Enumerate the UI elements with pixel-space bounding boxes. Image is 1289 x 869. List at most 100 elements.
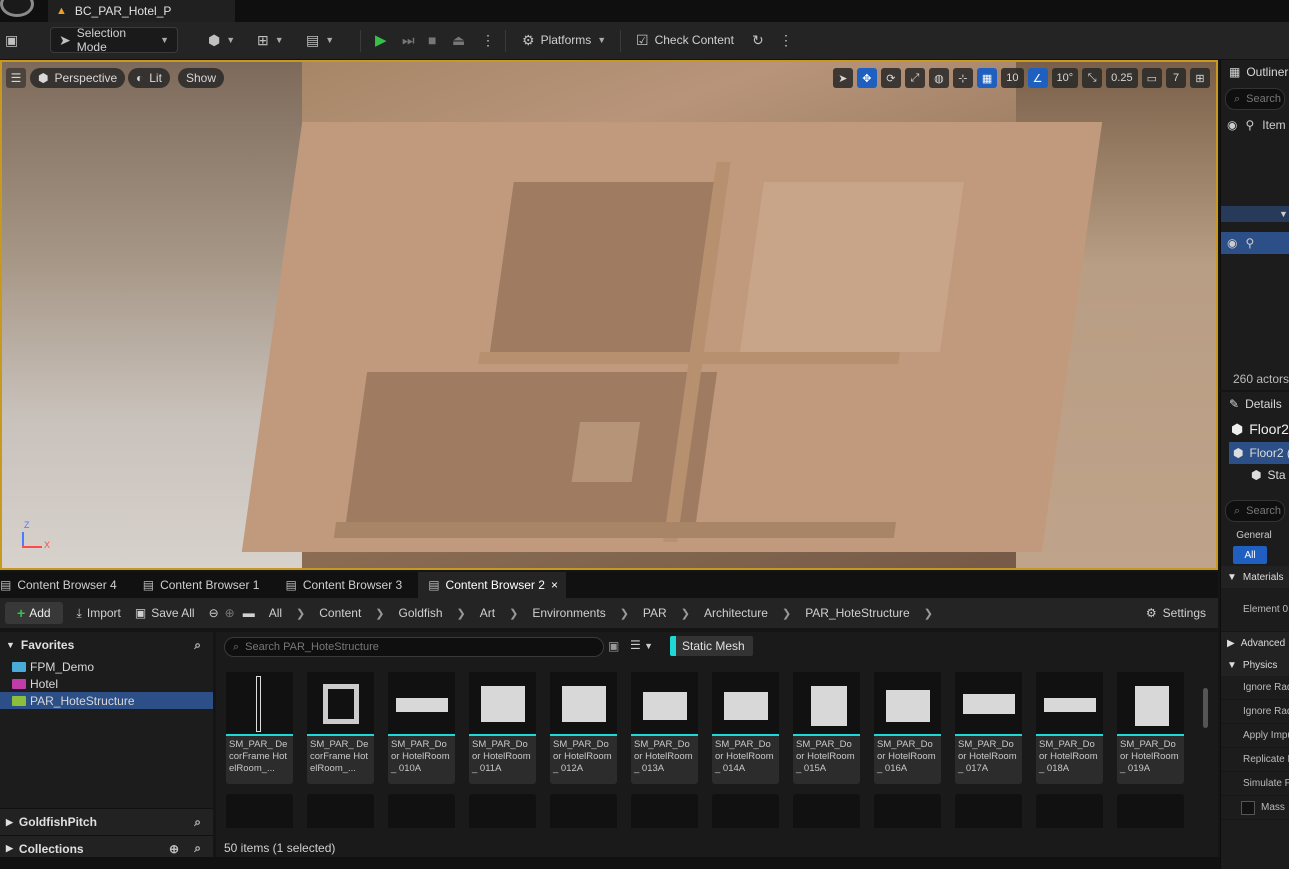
chevron-right-icon[interactable]: ❯ <box>620 607 629 620</box>
level-tab[interactable]: ▲ BC_PAR_Hotel_P <box>48 0 235 22</box>
breadcrumb-architecture[interactable]: Architecture <box>704 606 768 620</box>
eye-icon[interactable]: ◉ <box>1227 118 1237 132</box>
select-tool-button[interactable]: ➤ <box>832 68 853 88</box>
revision-control-button[interactable]: ↻ <box>752 27 764 53</box>
asset-tile[interactable]: SM_PAR_Door HotelRoom_ 018A <box>1036 672 1103 784</box>
cinematics-button[interactable]: ▤ ▼ <box>306 27 334 53</box>
asset-tile[interactable] <box>388 794 455 828</box>
unreal-logo-icon[interactable] <box>0 0 34 17</box>
asset-tile[interactable]: SM_PAR_Door HotelRoom_ 011A <box>469 672 536 784</box>
chevron-right-icon[interactable]: ❯ <box>782 607 791 620</box>
category-advanced[interactable]: ▶ Advanced <box>1221 632 1289 654</box>
asset-tile[interactable] <box>469 794 536 828</box>
layout-button[interactable]: ⊞ <box>1190 68 1210 88</box>
asset-tile[interactable]: SM_PAR_Door HotelRoom_ 017A <box>955 672 1022 784</box>
category-materials[interactable]: ▼ Materials <box>1221 566 1289 588</box>
blueprint-button[interactable]: ⊞ ▼ <box>257 27 284 53</box>
show-button[interactable]: Show <box>178 68 225 88</box>
asset-tile[interactable]: SM_PAR_ DecorFrame HotelRoom_... <box>226 672 293 784</box>
search-icon[interactable]: ⌕ <box>194 815 201 830</box>
asset-tile[interactable]: SM_PAR_Door HotelRoom_ 019A <box>1117 672 1184 784</box>
mode-select[interactable]: ➤ Selection Mode ▼ <box>50 26 178 54</box>
asset-tile[interactable]: SM_PAR_Door HotelRoom_ 015A <box>793 672 860 784</box>
tab-content-browser-3[interactable]: ▤ Content Browser 3 <box>275 572 418 598</box>
asset-tile[interactable] <box>1036 794 1103 828</box>
breadcrumb-goldfish[interactable]: Goldfish <box>399 606 443 620</box>
asset-tile[interactable] <box>955 794 1022 828</box>
asset-tile[interactable]: SM_PAR_ DecorFrame HotelRoom_... <box>307 672 374 784</box>
asset-tile[interactable] <box>712 794 779 828</box>
grid-snap-button[interactable]: ▦ <box>976 68 998 88</box>
filter-button[interactable]: ☰ ▼ <box>630 638 653 652</box>
asset-tile[interactable]: SM_PAR_Door HotelRoom_ 012A <box>550 672 617 784</box>
play-button[interactable]: ▶ <box>375 27 387 53</box>
eye-icon[interactable]: ◉ <box>1227 236 1237 250</box>
asset-tile[interactable]: SM_PAR_Door HotelRoom_ 013A <box>631 672 698 784</box>
viewport-menu-button[interactable]: ☰ <box>6 68 26 88</box>
asset-tile[interactable] <box>1117 794 1184 828</box>
goldfishpitch-header[interactable]: ▶ GoldfishPitch ⌕ <box>0 809 213 835</box>
camera-speed-button[interactable]: ▭ <box>1141 68 1162 88</box>
tab-content-browser-4[interactable]: ▤ Content Browser 4 <box>0 572 133 598</box>
scale-tool-button[interactable]: ⤢ <box>904 68 925 88</box>
rotate-tool-button[interactable]: ⟳ <box>880 68 901 88</box>
scale-snap-value[interactable]: 0.25 <box>1106 68 1138 88</box>
breadcrumb-environments[interactable]: Environments <box>532 606 605 620</box>
asset-tile[interactable]: SM_PAR_Door HotelRoom_ 010A <box>388 672 455 784</box>
details-search[interactable]: ⌕ Search <box>1225 500 1285 522</box>
chevron-right-icon[interactable]: ❯ <box>509 607 518 620</box>
translate-tool-button[interactable]: ✥ <box>856 68 877 88</box>
outliner-folder-row[interactable]: ▼ <box>1221 206 1289 222</box>
category-physics[interactable]: ▼ Physics <box>1221 654 1289 676</box>
asset-tile[interactable] <box>631 794 698 828</box>
tab-content-browser-2[interactable]: ▤ Content Browser 2 × <box>418 572 566 598</box>
favorite-item-selected[interactable]: PAR_HoteStructure <box>0 692 213 709</box>
search-icon[interactable]: ⌕ <box>194 638 201 653</box>
breadcrumb-all[interactable]: All <box>269 606 282 620</box>
stop-button[interactable]: ■ <box>428 27 436 53</box>
chevron-right-icon[interactable]: ❯ <box>457 607 466 620</box>
favorites-header[interactable]: ▼ Favorites ⌕ <box>0 632 213 658</box>
rotation-snap-button[interactable]: ∠ <box>1027 68 1048 88</box>
chevron-right-icon[interactable]: ❯ <box>681 607 690 620</box>
asset-tile[interactable] <box>874 794 941 828</box>
chevron-right-icon[interactable]: ❯ <box>924 607 933 620</box>
perspective-button[interactable]: ⬢ Perspective <box>30 68 126 88</box>
outliner-search[interactable]: ⌕ Search <box>1225 88 1285 110</box>
close-icon[interactable]: × <box>551 578 558 592</box>
settings-more-button[interactable]: ⋮ <box>779 27 793 53</box>
step-button[interactable]: ⏭ <box>402 27 415 53</box>
eject-button[interactable]: ⏏ <box>452 27 465 53</box>
asset-tile[interactable] <box>550 794 617 828</box>
save-button[interactable]: ▣ <box>5 27 18 53</box>
camera-speed-value[interactable]: 7 <box>1166 68 1186 88</box>
save-search-icon[interactable]: ▣ <box>608 639 619 653</box>
breadcrumb-art[interactable]: Art <box>480 606 495 620</box>
play-options-button[interactable]: ⋮ <box>481 27 495 53</box>
add-button[interactable]: + Add <box>5 602 63 624</box>
check-content-button[interactable]: ☑ Check Content <box>636 27 734 53</box>
search-icon[interactable]: ⌕ <box>194 841 201 856</box>
breadcrumb-par[interactable]: PAR <box>643 606 667 620</box>
filter-general-tab[interactable]: General <box>1229 526 1279 544</box>
add-actor-button[interactable]: ⬢ ▼ <box>208 27 235 53</box>
favorite-item[interactable]: FPM_Demo <box>0 658 213 675</box>
settings-button[interactable]: ⚙ Settings <box>1146 598 1206 628</box>
filter-all-tab[interactable]: All <box>1233 546 1267 564</box>
outliner-selected-row[interactable]: ◉ ⚲ <box>1221 232 1289 254</box>
component-row-child[interactable]: ⬢ Sta <box>1221 464 1289 486</box>
asset-tile[interactable] <box>226 794 293 828</box>
import-button[interactable]: ⤓ Import <box>77 606 121 621</box>
breadcrumb-content[interactable]: Content <box>319 606 361 620</box>
history-back-button[interactable]: ⊖ <box>209 606 219 620</box>
asset-tile[interactable]: SM_PAR_Door HotelRoom_ 016A <box>874 672 941 784</box>
asset-tile[interactable]: SM_PAR_Door HotelRoom_ 014A <box>712 672 779 784</box>
favorite-item[interactable]: Hotel <box>0 675 213 692</box>
rotation-snap-value[interactable]: 10° <box>1051 68 1079 88</box>
history-forward-button[interactable]: ⊕ <box>225 606 235 620</box>
tab-content-browser-1[interactable]: ▤ Content Browser 1 <box>133 572 276 598</box>
mass-checkbox[interactable] <box>1241 800 1255 815</box>
asset-search-input[interactable]: ⌕ Search PAR_HoteStructure <box>224 637 604 657</box>
platforms-button[interactable]: ⚙ Platforms ▼ <box>522 27 606 53</box>
chevron-right-icon[interactable]: ❯ <box>375 607 384 620</box>
